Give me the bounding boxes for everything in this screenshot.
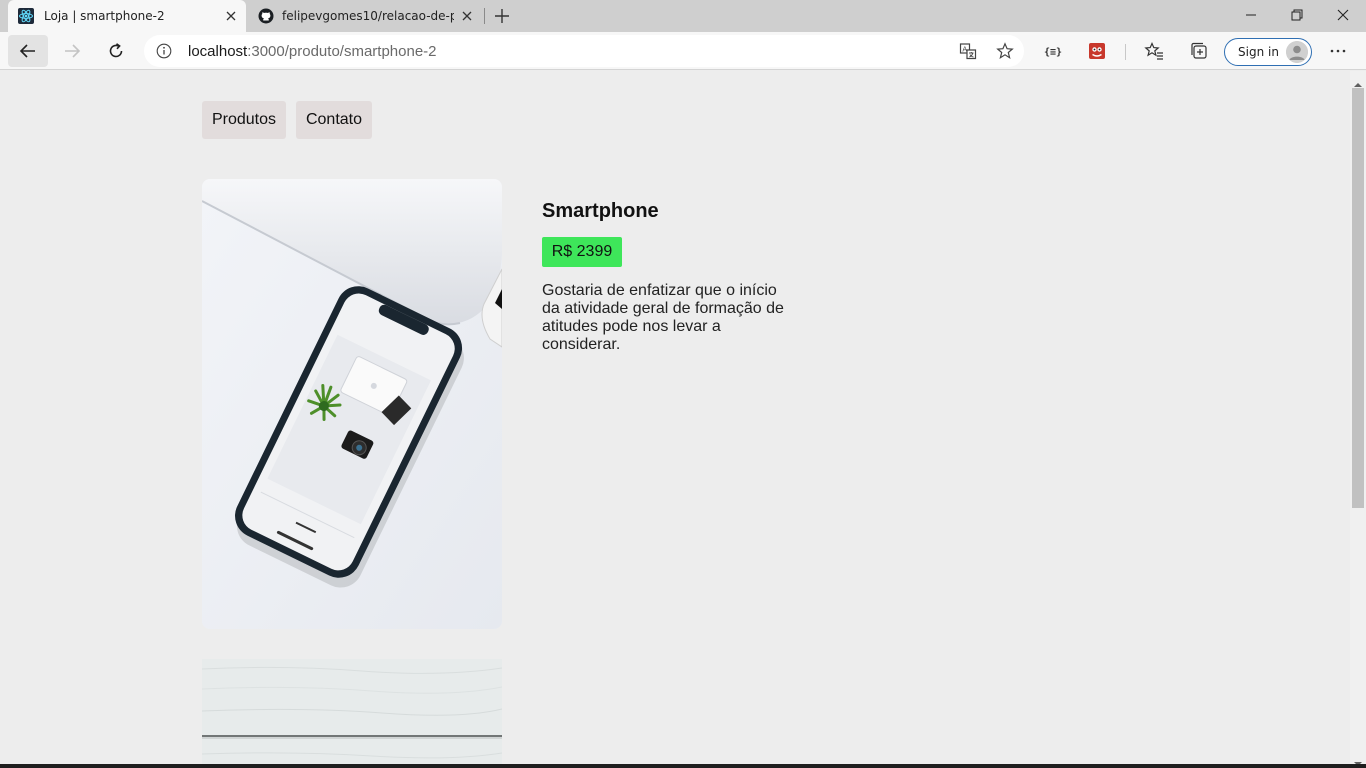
product-description: Gostaria de enfatizar que o início da at…	[542, 282, 784, 353]
favorite-star-icon[interactable]	[996, 42, 1014, 60]
react-atom-icon	[18, 8, 34, 24]
browser-toolbar: localhost:3000/produto/smartphone-2 A {≡…	[0, 32, 1366, 70]
url-path: :3000/produto/smartphone-2	[247, 43, 437, 60]
close-window-button[interactable]	[1320, 0, 1366, 30]
toolbar-separator	[1125, 44, 1126, 60]
forward-button[interactable]	[52, 35, 92, 67]
refresh-button[interactable]	[96, 35, 136, 67]
scroll-down-arrow-icon[interactable]	[1354, 755, 1362, 766]
json-viewer-extension-icon[interactable]: {≡}	[1042, 41, 1062, 61]
page-viewport: Produtos Contato Smartphone R$ 2399 Gost…	[0, 71, 1350, 768]
collections-icon[interactable]	[1189, 41, 1209, 61]
translate-icon[interactable]: A	[959, 42, 977, 60]
sign-in-button[interactable]: Sign in	[1224, 38, 1312, 66]
back-button[interactable]	[8, 35, 48, 67]
nav-link-contato[interactable]: Contato	[296, 101, 372, 139]
nav-link-produtos[interactable]: Produtos	[202, 101, 286, 139]
minimize-button[interactable]	[1228, 0, 1274, 30]
github-icon	[258, 8, 274, 24]
restore-button[interactable]	[1274, 0, 1320, 30]
tab-active[interactable]: Loja | smartphone-2	[8, 0, 246, 32]
url-host: localhost	[188, 43, 248, 60]
close-tab-icon[interactable]	[460, 9, 474, 23]
svg-text:{≡}: {≡}	[1044, 47, 1062, 58]
scroll-up-arrow-icon[interactable]	[1354, 76, 1362, 87]
close-tab-icon[interactable]	[224, 9, 238, 23]
tab-title: Loja | smartphone-2	[44, 9, 165, 23]
taskbar-edge	[0, 764, 1366, 768]
site-info-icon[interactable]	[156, 43, 172, 59]
tab-title: felipevgomes10/relacao-de-produ	[282, 9, 454, 23]
tab-inactive[interactable]: felipevgomes10/relacao-de-produ	[248, 0, 482, 32]
product-title: Smartphone	[542, 200, 659, 222]
favorites-icon[interactable]	[1144, 41, 1164, 61]
refresh-icon	[109, 43, 123, 58]
tab-separator	[484, 8, 485, 24]
red-extension-icon[interactable]	[1087, 41, 1107, 61]
sign-in-label: Sign in	[1238, 45, 1279, 59]
second-product-image	[202, 659, 502, 768]
more-menu-icon[interactable]	[1328, 41, 1348, 61]
tab-strip: Loja | smartphone-2 felipevgomes10/relac…	[0, 0, 1366, 32]
url-text: localhost:3000/produto/smartphone-2	[188, 43, 437, 60]
arrow-right-icon	[65, 44, 81, 58]
address-bar[interactable]: localhost:3000/produto/smartphone-2 A	[144, 35, 1024, 67]
scrollbar-thumb[interactable]	[1352, 88, 1364, 508]
product-price-badge: R$ 2399	[542, 237, 622, 267]
arrow-left-icon	[19, 44, 35, 58]
vertical-scrollbar[interactable]	[1350, 71, 1366, 768]
new-tab-button[interactable]	[492, 6, 512, 26]
product-image	[202, 179, 502, 629]
profile-avatar-icon	[1286, 41, 1308, 63]
